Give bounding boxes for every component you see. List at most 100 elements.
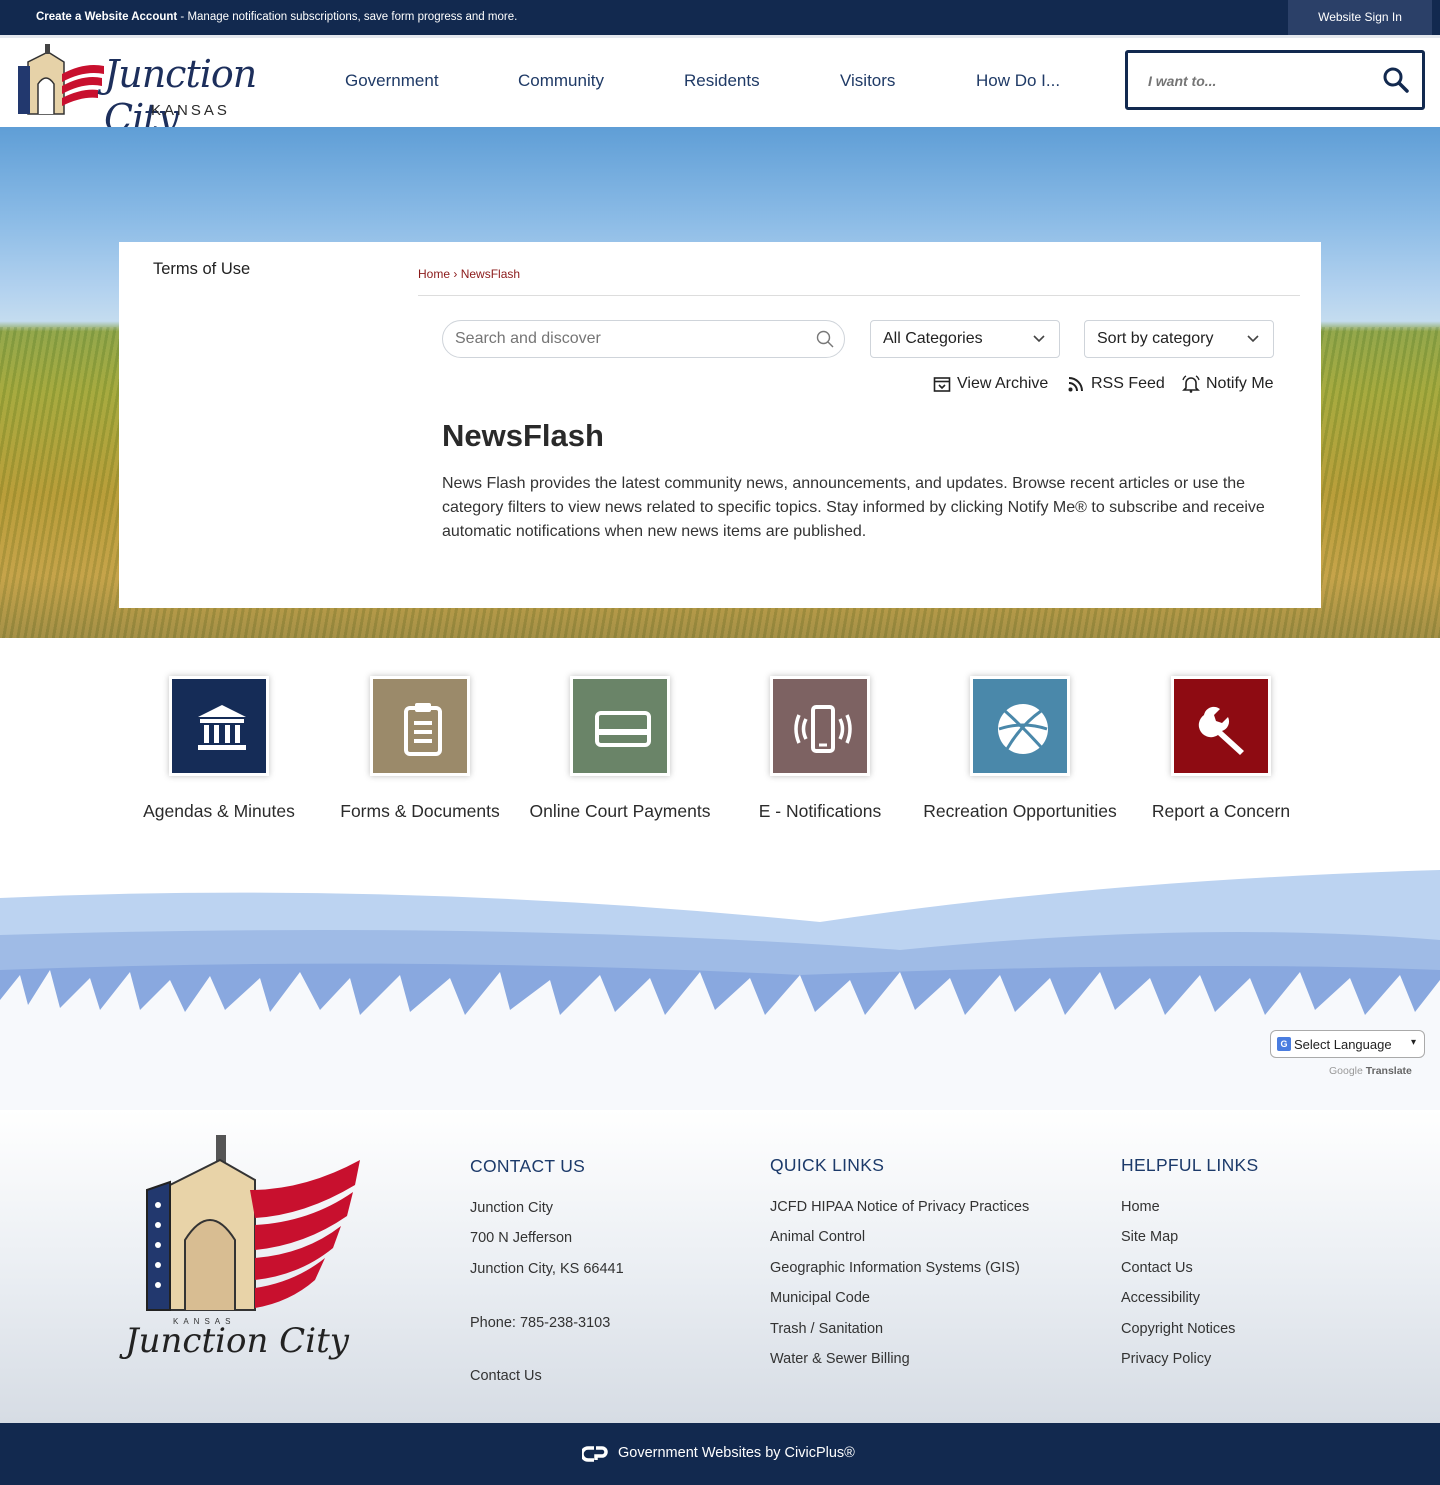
top-bar: Create a Website Account - Manage notifi…	[0, 0, 1440, 35]
sort-select[interactable]: Sort by category	[1084, 320, 1274, 358]
tile-e-notifications[interactable]: E - Notifications	[720, 676, 920, 866]
footer-link-privacy[interactable]: Privacy Policy	[1121, 1351, 1235, 1381]
nav-how-do-i[interactable]: How Do I...	[976, 71, 1060, 91]
contact-name: Junction City	[470, 1200, 554, 1216]
civicplus-bar: Government Websites by CivicPlus®	[0, 1423, 1440, 1485]
footer-contact-us: CONTACT US Junction City 700 N Jefferson…	[470, 1156, 624, 1384]
nav-government[interactable]: Government	[345, 71, 439, 91]
footer-helpful-links: HELPFUL LINKS Home Site Map Contact Us A…	[1121, 1155, 1259, 1367]
nav-community[interactable]: Community	[518, 71, 604, 91]
news-search	[442, 320, 845, 358]
footer-link-copyright[interactable]: Copyright Notices	[1121, 1321, 1235, 1351]
footer-link-home[interactable]: Home	[1121, 1199, 1235, 1229]
footer-link-water-sewer[interactable]: Water & Sewer Billing	[770, 1351, 1029, 1381]
google-translate-icon: G	[1277, 1037, 1291, 1051]
tile-online-court-payments[interactable]: Online Court Payments	[520, 676, 720, 866]
footer-quick-links: QUICK LINKS JCFD HIPAA Notice of Privacy…	[770, 1155, 1029, 1367]
footer-helpful-links-list: Home Site Map Contact Us Accessibility C…	[1121, 1199, 1235, 1381]
footer-link-hipaa[interactable]: JCFD HIPAA Notice of Privacy Practices	[770, 1199, 1029, 1229]
language-select[interactable]: G Select Language ▾	[1270, 1030, 1425, 1058]
footer-link-trash-sanitation[interactable]: Trash / Sanitation	[770, 1321, 1029, 1351]
breadcrumb-current[interactable]: NewsFlash	[461, 267, 520, 281]
site-logo[interactable]: Junction City KANSAS	[14, 44, 284, 140]
breadcrumb-divider	[418, 295, 1300, 296]
tile-recreation-opportunities[interactable]: Recreation Opportunities	[920, 676, 1120, 866]
chevron-down-icon: ▾	[1410, 1037, 1416, 1048]
news-search-input[interactable]	[455, 329, 795, 349]
account-message: Create a Website Account - Manage notifi…	[36, 11, 517, 23]
search-icon[interactable]	[1382, 66, 1410, 94]
nav-residents[interactable]: Residents	[684, 71, 760, 91]
quick-link-tiles: Agendas & Minutes Forms & Documents Onli…	[0, 638, 1440, 868]
breadcrumb: Home › NewsFlash	[418, 267, 520, 281]
sign-in-button[interactable]: Website Sign In	[1288, 0, 1432, 35]
nav-visitors[interactable]: Visitors	[840, 71, 895, 91]
rss-icon	[1068, 377, 1083, 392]
chevron-down-icon	[1033, 335, 1045, 343]
footer-helpful-links-heading: HELPFUL LINKS	[1121, 1155, 1259, 1175]
tile-icon-box	[770, 676, 870, 776]
contact-street: 700 N Jefferson	[470, 1230, 573, 1247]
site-footer: KANSAS Junction City CONTACT US Junction…	[0, 1110, 1440, 1423]
tile-forms-documents[interactable]: Forms & Documents	[320, 676, 520, 866]
wrench-icon	[1198, 706, 1244, 755]
logo-state-text: KANSAS	[151, 102, 230, 119]
footer-contact-heading: CONTACT US	[470, 1156, 586, 1176]
search-icon[interactable]	[816, 330, 834, 348]
civicplus-credit-link[interactable]: Government Websites by CivicPlus®	[618, 1445, 855, 1461]
powered-by-google-translate[interactable]: Google Translate	[1329, 1065, 1412, 1077]
government-building-icon	[198, 705, 246, 750]
category-select[interactable]: All Categories	[870, 320, 1060, 358]
breadcrumb-home[interactable]: Home	[418, 267, 450, 281]
sidebar-terms-of-use-link[interactable]: Terms of Use	[153, 260, 250, 279]
contact-us-link[interactable]: Contact Us	[470, 1368, 624, 1398]
category-select-value: All Categories	[883, 330, 983, 347]
tile-report-a-concern[interactable]: Report a Concern	[1121, 676, 1321, 866]
footer-link-site-map[interactable]: Site Map	[1121, 1229, 1235, 1259]
account-message-text: - Manage notification subscriptions, sav…	[177, 11, 518, 23]
breadcrumb-separator: ›	[450, 267, 461, 281]
page-title: NewsFlash	[442, 418, 604, 453]
tile-icon-box	[570, 676, 670, 776]
basketball-icon	[998, 704, 1048, 754]
footer-link-animal-control[interactable]: Animal Control	[770, 1229, 1029, 1259]
contact-spacer	[470, 1291, 624, 1315]
footer-quick-links-list: JCFD HIPAA Notice of Privacy Practices A…	[770, 1199, 1029, 1381]
archive-icon	[933, 377, 951, 392]
contact-spacer	[470, 1346, 624, 1368]
tile-label: E - Notifications	[758, 801, 882, 821]
notify-me-label: Notify Me	[1206, 375, 1274, 392]
language-select-value: Select Language	[1294, 1037, 1392, 1052]
i-want-to-input[interactable]	[1148, 69, 1368, 93]
footer-logo-script: Junction City	[119, 1321, 350, 1361]
vibrating-phone-icon	[794, 705, 852, 753]
tile-icon-box	[370, 676, 470, 776]
i-want-to-search	[1125, 50, 1425, 110]
rss-feed-label: RSS Feed	[1091, 375, 1165, 392]
create-account-link[interactable]: Create a Website Account	[36, 11, 177, 23]
footer-link-accessibility[interactable]: Accessibility	[1121, 1290, 1235, 1320]
bell-icon	[1182, 375, 1200, 393]
credit-card-icon	[595, 711, 651, 747]
footer-link-gis[interactable]: Geographic Information Systems (GIS)	[770, 1260, 1029, 1290]
contact-city: Junction City, KS 66441	[470, 1260, 624, 1277]
clipboard-icon	[404, 703, 442, 756]
footer-contact-details: Junction City 700 N Jefferson Junction C…	[470, 1200, 624, 1398]
tile-label: Report a Concern	[1151, 801, 1291, 821]
tile-icon-box	[169, 676, 269, 776]
tile-label: Recreation Opportunities	[923, 801, 1117, 821]
footer-logo[interactable]: KANSAS Junction City	[115, 1130, 365, 1370]
site-header: Junction City KANSAS Government Communit…	[0, 35, 1440, 140]
footer-link-contact-us[interactable]: Contact Us	[1121, 1260, 1235, 1290]
translate-wordmark: Translate	[1365, 1065, 1412, 1077]
footer-link-municipal-code[interactable]: Municipal Code	[770, 1290, 1029, 1320]
tile-icon-box	[970, 676, 1070, 776]
chevron-down-icon	[1247, 335, 1259, 343]
logo-arch-flag-icon	[18, 44, 104, 115]
tile-icon-box	[1171, 676, 1271, 776]
page-description: News Flash provides the latest community…	[442, 475, 1265, 540]
view-archive-label: View Archive	[957, 375, 1049, 392]
google-wordmark: Google	[1329, 1065, 1363, 1077]
tile-agendas-minutes[interactable]: Agendas & Minutes	[119, 676, 319, 866]
news-actions: View Archive RSS Feed Notify Me	[119, 374, 1321, 398]
